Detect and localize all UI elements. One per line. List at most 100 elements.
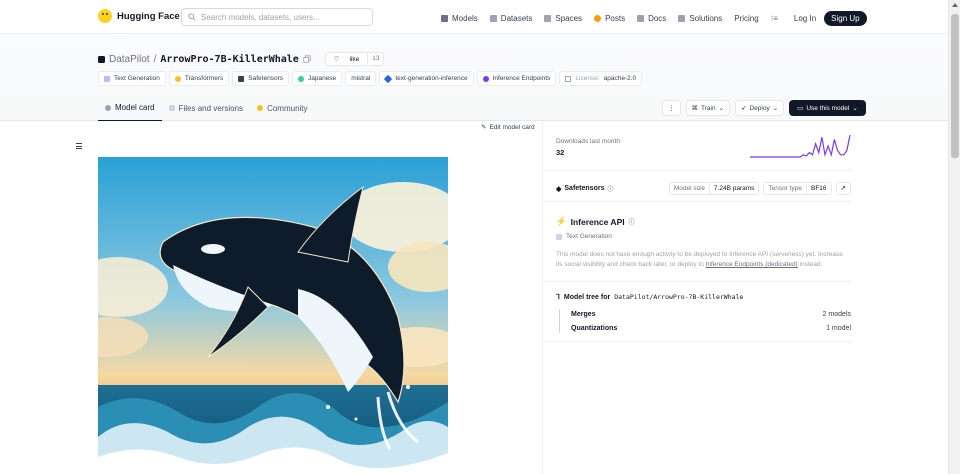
safetensors-label: Safetensors: [564, 185, 605, 192]
nav-pricing-label: Pricing: [734, 14, 759, 23]
model-tree-row-merges[interactable]: Merges 2 models: [571, 311, 851, 318]
transformers-icon: [174, 75, 181, 82]
info-icon[interactable]: ⓘ: [629, 217, 635, 226]
community-icon: [257, 105, 264, 111]
nav-pricing[interactable]: Pricing: [734, 14, 758, 23]
heart-icon: ♡: [333, 56, 342, 63]
tag-label: mistral: [351, 75, 371, 82]
path-separator: /: [153, 53, 157, 65]
safetensors-meta: Model size 7.24B params Tensor type BF16 ↗: [668, 182, 851, 195]
model-actions: ⋮ ⌘ Train ⌄ ➶ Deploy ⌄ ▭ Use this model ⌄: [662, 100, 866, 116]
repo-tabs: Model card Files and versions Community: [98, 100, 315, 121]
search-input[interactable]: [201, 12, 366, 22]
tag-list: Text Generation Transformers Safetensors…: [98, 71, 643, 86]
sidebar-divider: [544, 170, 851, 171]
nav-docs-label: Docs: [648, 14, 667, 23]
inference-task-label: Text Generation: [566, 233, 612, 240]
downloads-label: Downloads last month: [556, 138, 620, 145]
edit-model-card-button[interactable]: ✎ Edit model card: [481, 123, 535, 132]
inference-endpoints-link[interactable]: Inference Endpoints (dedicated): [706, 261, 798, 268]
model-tree-row-quantizations[interactable]: Quantizations 1 model: [571, 325, 851, 332]
info-icon[interactable]: ⓘ: [607, 184, 613, 193]
tag-japanese[interactable]: Japanese: [291, 71, 343, 86]
inference-task: Text Generation: [556, 233, 612, 240]
datasets-icon: [489, 15, 497, 22]
inference-note-end: instead.: [797, 261, 823, 268]
external-link-icon[interactable]: ↗: [835, 182, 851, 195]
model-tree-row-count[interactable]: 1 model: [826, 325, 851, 332]
tag-transformers[interactable]: Transformers: [168, 71, 230, 86]
table-of-contents-icon[interactable]: [76, 143, 82, 151]
signup-button[interactable]: Sign Up: [824, 11, 867, 26]
nav-spaces-label: Spaces: [555, 14, 583, 23]
search-box[interactable]: [181, 8, 373, 26]
tag-tgi[interactable]: text-generation-inference: [379, 71, 474, 86]
more-options-button[interactable]: ⋮: [662, 100, 681, 116]
org-name[interactable]: DataPilot: [109, 54, 150, 65]
model-tree-repo: DataPilot/ArrowPro-7B-KillerWhale: [614, 293, 744, 301]
tab-label: Files and versions: [178, 103, 244, 113]
spaces-icon: [544, 15, 552, 22]
like-button[interactable]: ♡ like 13: [324, 52, 385, 66]
tab-community[interactable]: Community: [250, 100, 314, 121]
train-button[interactable]: ⌘ Train ⌄: [685, 100, 731, 116]
model-title: DataPilot / ArrowPro-7B-KillerWhale ♡ li…: [98, 52, 385, 66]
copy-icon[interactable]: [303, 55, 311, 63]
tag-inference-endpoints[interactable]: Inference Endpoints: [476, 71, 557, 86]
nav-posts-label: Posts: [605, 14, 626, 23]
lightning-icon: ⚡: [556, 216, 567, 226]
use-this-model-button[interactable]: ▭ Use this model ⌄: [789, 100, 866, 116]
nav-models-label: Models: [452, 14, 478, 23]
tag-safetensors[interactable]: Safetensors: [232, 71, 289, 86]
inference-api-title: ⚡ Inference API ⓘ: [556, 216, 635, 227]
sidebar-divider: [544, 341, 851, 342]
nav-models[interactable]: Models: [441, 14, 478, 23]
sparkline-path: [750, 134, 851, 158]
search-icon: [188, 13, 196, 21]
hugging-face-logo-icon: [98, 9, 112, 23]
model-tree-row-label: Quantizations: [571, 325, 618, 332]
model-tree-label: Model tree for: [563, 293, 611, 301]
use-model-label: Use this model: [806, 104, 850, 112]
top-navbar: Hugging Face Models Datasets Spaces Post…: [0, 0, 948, 34]
login-link[interactable]: Log In: [794, 14, 816, 23]
edit-model-card-label: Edit model card: [489, 123, 535, 131]
tab-files[interactable]: Files and versions: [162, 100, 250, 121]
posts-icon: [594, 15, 602, 22]
model-tree-row-count[interactable]: 2 models: [823, 311, 851, 318]
model-tree-icon: ⅂: [556, 294, 560, 301]
page-scrollbar[interactable]: [948, 0, 960, 474]
code-icon: ▭: [797, 105, 804, 112]
tree-connector: [559, 309, 560, 333]
deploy-label: Deploy: [749, 104, 770, 112]
tgi-icon: [384, 74, 393, 83]
model-name[interactable]: ArrowPro-7B-KillerWhale: [160, 54, 298, 65]
model-tree-row-label: Merges: [571, 311, 596, 318]
inference-api-label: Inference API: [570, 216, 625, 227]
tag-label: Transformers: [184, 75, 224, 82]
nav-spaces[interactable]: Spaces: [544, 14, 582, 23]
files-icon: [168, 105, 175, 111]
nav-posts[interactable]: Posts: [594, 14, 625, 23]
tag-text-generation[interactable]: Text Generation: [98, 71, 166, 86]
tensor-type-value: BF16: [806, 183, 831, 194]
nav-docs[interactable]: Docs: [637, 14, 666, 23]
deploy-button[interactable]: ➶ Deploy ⌄: [735, 100, 785, 116]
tab-label: Model card: [115, 103, 155, 112]
brand-logo[interactable]: Hugging Face: [98, 9, 180, 23]
scroll-up-arrow-icon[interactable]: [952, 3, 958, 7]
tag-mistral[interactable]: mistral: [345, 71, 377, 86]
text-generation-icon: [556, 233, 562, 240]
tag-license[interactable]: License: apache-2.0: [559, 71, 643, 86]
model-size-pill: Model size 7.24B params: [668, 182, 760, 195]
tab-model-card[interactable]: Model card: [98, 100, 162, 121]
scrollbar-thumb[interactable]: [951, 14, 959, 158]
nav-datasets[interactable]: Datasets: [489, 14, 532, 23]
license-label: License:: [575, 75, 600, 82]
model-card-panel: ✎ Edit model card: [0, 121, 543, 474]
nav-solutions[interactable]: Solutions: [678, 14, 722, 23]
license-value: apache-2.0: [603, 75, 637, 82]
text-generation-icon: [104, 75, 110, 82]
more-menu-icon[interactable]: ⁝≡: [771, 14, 778, 23]
model-size-label: Model size: [673, 185, 705, 192]
